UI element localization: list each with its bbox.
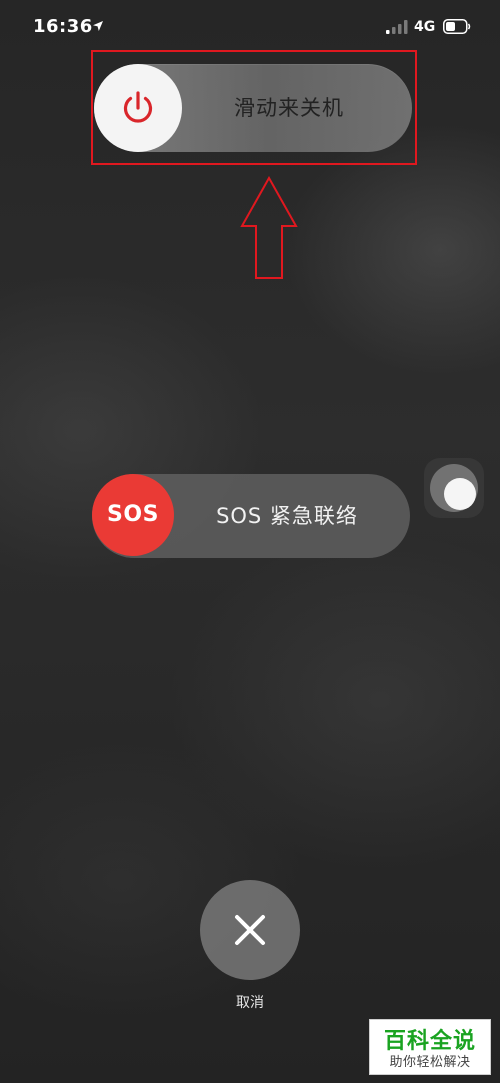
network-type: 4G [414, 19, 436, 35]
watermark-subtitle: 助你轻松解决 [389, 1055, 471, 1070]
status-bar: 16:36 4G [0, 0, 500, 56]
battery-icon [443, 19, 471, 34]
status-time: 16:36 [33, 16, 93, 37]
assistive-touch-ring [430, 464, 478, 512]
watermark-logo: 百科全说 助你轻松解决 [369, 1019, 491, 1075]
location-arrow-icon [93, 21, 103, 31]
assistive-touch-button[interactable] [424, 458, 484, 518]
highlight-box [91, 50, 417, 165]
sos-slider[interactable]: SOS SOS 紧急联络 [92, 474, 410, 558]
annotation-arrow-icon [240, 176, 298, 279]
power-off-screen: 16:36 4G 滑动来关机 SOS SOS 紧急联络 取消 百科全说 助你轻松… [0, 0, 500, 1083]
sos-knob[interactable]: SOS [92, 474, 174, 556]
cancel-button[interactable] [200, 880, 300, 980]
sos-label: SOS 紧急联络 [216, 504, 358, 528]
cancel-label: 取消 [236, 995, 264, 1011]
assistive-touch-dot [444, 478, 476, 510]
close-icon [235, 915, 265, 945]
signal-icon [386, 20, 408, 34]
